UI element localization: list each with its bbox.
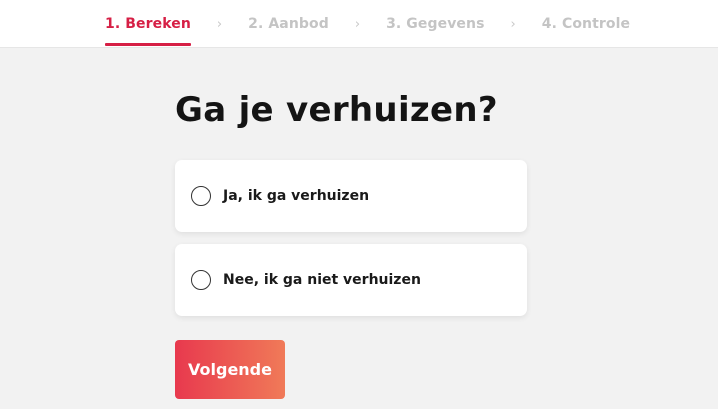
chevron-right-icon: › — [510, 16, 516, 32]
radio-button-icon[interactable] — [191, 270, 211, 290]
step-aanbod[interactable]: 2. Aanbod — [248, 0, 329, 48]
next-button[interactable]: Volgende — [175, 340, 285, 399]
step-controle[interactable]: 4. Controle — [542, 0, 630, 48]
step-gegevens[interactable]: 3. Gegevens — [386, 0, 484, 48]
chevron-right-icon: › — [354, 16, 361, 32]
chevron-right-icon: › — [216, 16, 223, 32]
option-no-moving[interactable]: Nee, ik ga niet verhuizen — [175, 244, 527, 316]
option-label: Ja, ik ga verhuizen — [223, 188, 370, 204]
step-bereken[interactable]: 1. Bereken — [105, 0, 191, 48]
option-label: Nee, ik ga niet verhuizen — [223, 272, 421, 288]
progress-stepper: 1. Bereken › 2. Aanbod › 3. Gegevens › 4… — [0, 0, 718, 48]
question-title: Ga je verhuizen? — [175, 90, 498, 130]
steps-list: 1. Bereken › 2. Aanbod › 3. Gegevens › 4… — [105, 0, 630, 48]
radio-button-icon[interactable] — [191, 186, 211, 206]
option-yes-moving[interactable]: Ja, ik ga verhuizen — [175, 160, 527, 232]
